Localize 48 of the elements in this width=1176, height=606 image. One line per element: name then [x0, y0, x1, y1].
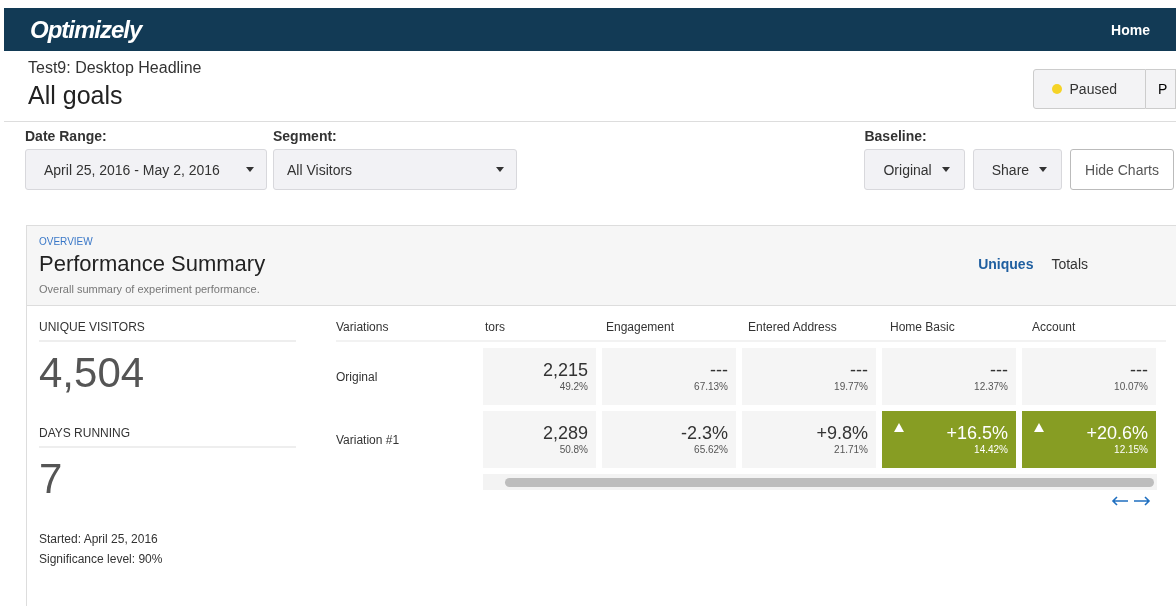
metric-cell: --- 67.13%	[602, 348, 736, 405]
metric-cell: --- 19.77%	[742, 348, 876, 405]
metric-cell: --- 12.37%	[882, 348, 1016, 405]
card-title: Performance Summary	[39, 251, 266, 277]
started-date: Started: April 25, 2016	[39, 532, 159, 546]
metric-cell: 2,289 50.8%	[483, 411, 596, 468]
date-range-label: Date Range:	[25, 128, 108, 144]
metric-cell: +20.6% 12.15%	[1022, 411, 1156, 468]
experiment-name: Test9: Desktop Headline	[28, 59, 202, 77]
tab-button[interactable]: P	[1146, 69, 1176, 109]
nav-link[interactable]: Home	[1111, 21, 1150, 38]
metric-cell: +16.5% 14.42%	[882, 411, 1016, 468]
stat-value: 7	[39, 454, 64, 504]
section-eyebrow: OVERVIEW	[39, 236, 94, 247]
up-triangle-icon	[894, 423, 904, 432]
metric-cell: --- 10.07%	[1022, 348, 1156, 405]
column-header: tors	[484, 320, 506, 334]
card-description: Overall summary of experiment performance.	[39, 283, 261, 295]
segment-dropdown[interactable]: All Visitors	[273, 149, 517, 190]
variation-name: Variation #1	[336, 432, 401, 447]
column-header: Engagement	[605, 320, 676, 334]
variation-name: Original	[336, 369, 379, 384]
view-toggle[interactable]: Uniques	[978, 256, 1034, 295]
view-toggle[interactable]: Totals	[1051, 256, 1088, 295]
horizontal-scrollbar[interactable]	[483, 474, 1157, 490]
up-triangle-icon	[1034, 423, 1044, 432]
column-header: Entered Address	[747, 320, 838, 334]
segment-label: Segment:	[273, 128, 338, 144]
logo[interactable]: Optimizely	[30, 15, 142, 44]
share-dropdown[interactable]: Share	[972, 149, 1063, 190]
significance-level: Significance level: 90%	[39, 552, 164, 566]
stat-value: 4,504	[39, 348, 146, 398]
stat-label: UNIQUE VISITORS	[39, 320, 296, 342]
column-header: Account	[1031, 320, 1077, 334]
baseline-label: Baseline:	[864, 128, 928, 144]
column-header: Variations	[336, 320, 390, 334]
column-header: Home Basic	[889, 320, 956, 334]
status-button[interactable]: Paused	[1032, 69, 1146, 109]
metric-cell: 2,215 49.2%	[483, 348, 596, 405]
hide-charts-button[interactable]: Hide Charts	[1070, 149, 1174, 190]
baseline-dropdown[interactable]: Original	[864, 149, 965, 190]
page-title: All goals	[28, 81, 124, 110]
stat-label: DAYS RUNNING	[39, 426, 296, 448]
date-range-dropdown[interactable]: April 25, 2016 - May 2, 2016	[25, 149, 267, 190]
metric-cell: -2.3% 65.62%	[602, 411, 736, 468]
left-arrow-icon[interactable]	[1111, 496, 1129, 506]
right-arrow-icon[interactable]	[1133, 496, 1151, 506]
metric-cell: +9.8% 21.71%	[742, 411, 876, 468]
